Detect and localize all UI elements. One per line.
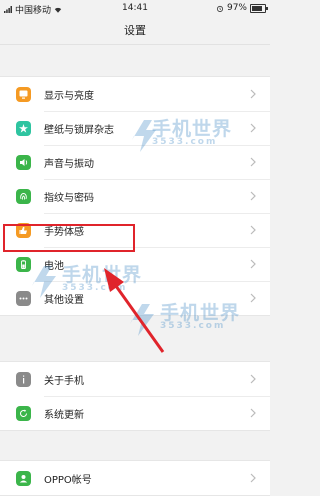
annotation-arrow-icon bbox=[104, 268, 165, 353]
